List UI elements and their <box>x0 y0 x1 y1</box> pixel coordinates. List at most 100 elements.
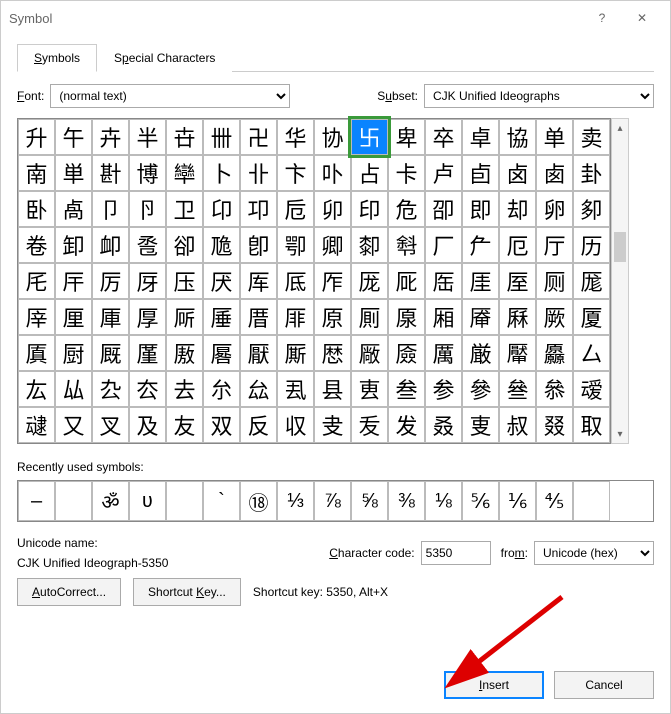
symbol-cell[interactable]: 卽 <box>240 227 277 263</box>
symbol-cell[interactable]: 卙 <box>92 155 129 191</box>
symbol-cell[interactable]: 卪 <box>129 191 166 227</box>
symbol-cell[interactable]: 厁 <box>388 227 425 263</box>
help-button[interactable]: ? <box>582 2 622 34</box>
symbol-cell[interactable]: 卜 <box>203 155 240 191</box>
symbol-cell[interactable]: 厦 <box>573 299 610 335</box>
symbol-cell[interactable]: 厹 <box>92 371 129 407</box>
autocorrect-button[interactable]: AutoCorrect... <box>17 578 121 606</box>
symbol-cell[interactable]: 厔 <box>499 263 536 299</box>
symbol-cell[interactable]: 卒 <box>425 119 462 155</box>
symbol-cell[interactable]: 卧 <box>18 191 55 227</box>
symbol-cell[interactable]: 华 <box>277 119 314 155</box>
symbol-cell[interactable]: 即 <box>462 191 499 227</box>
symbol-cell[interactable]: 參 <box>462 371 499 407</box>
symbol-cell[interactable]: 叄 <box>499 371 536 407</box>
scroll-down-icon[interactable]: ▾ <box>612 425 628 443</box>
symbol-cell[interactable]: 厷 <box>18 371 55 407</box>
symbol-cell[interactable]: 厗 <box>18 299 55 335</box>
symbol-cell[interactable]: 卖 <box>573 119 610 155</box>
symbol-cell[interactable]: 卩 <box>92 191 129 227</box>
symbol-cell[interactable]: 叐 <box>351 407 388 443</box>
recent-cell[interactable]: ⅚ <box>462 481 499 521</box>
symbol-cell[interactable]: 升 <box>18 119 55 155</box>
symbol-cell[interactable]: 历 <box>573 227 610 263</box>
symbol-cell[interactable]: 协 <box>314 119 351 155</box>
recent-cell[interactable]: ⅝ <box>351 481 388 521</box>
symbol-cell[interactable]: 卡 <box>388 155 425 191</box>
recent-cell[interactable]: ⅞ <box>314 481 351 521</box>
symbol-cell[interactable]: 叅 <box>536 371 573 407</box>
symbol-cell[interactable]: 厘 <box>55 299 92 335</box>
recent-cell[interactable]: ⅓ <box>277 481 314 521</box>
symbol-cell[interactable]: 厨 <box>55 335 92 371</box>
symbol-cell[interactable]: 卲 <box>425 191 462 227</box>
symbol-cell[interactable]: 占 <box>351 155 388 191</box>
symbol-cell[interactable]: 卛 <box>166 155 203 191</box>
symbol-cell[interactable]: 厶 <box>573 335 610 371</box>
symbol-cell[interactable]: 卣 <box>462 155 499 191</box>
symbol-cell[interactable]: 卝 <box>240 155 277 191</box>
symbol-cell[interactable]: 叀 <box>351 371 388 407</box>
symbol-cell[interactable]: 卤 <box>499 155 536 191</box>
insert-button[interactable]: Insert <box>444 671 544 699</box>
symbol-cell[interactable]: 卋 <box>166 119 203 155</box>
symbol-cell[interactable]: 厐 <box>351 263 388 299</box>
symbol-cell[interactable]: 卥 <box>536 155 573 191</box>
symbol-cell[interactable]: 卮 <box>277 191 314 227</box>
symbol-cell[interactable]: 厜 <box>203 299 240 335</box>
symbol-cell[interactable]: 厴 <box>499 335 536 371</box>
symbol-cell[interactable]: 卉 <box>92 119 129 155</box>
symbol-cell[interactable]: 厤 <box>499 299 536 335</box>
recent-cell[interactable]: ⅜ <box>388 481 425 521</box>
font-select[interactable]: (normal text) <box>50 84 290 108</box>
symbol-cell[interactable]: 厰 <box>351 335 388 371</box>
scroll-thumb[interactable] <box>614 232 626 262</box>
symbol-cell[interactable]: 卓 <box>462 119 499 155</box>
symbol-cell[interactable]: 厍 <box>240 263 277 299</box>
scroll-up-icon[interactable]: ▴ <box>612 119 628 137</box>
symbol-cell[interactable]: 卨 <box>55 191 92 227</box>
symbol-cell[interactable]: 厾 <box>277 371 314 407</box>
symbol-cell[interactable]: 卫 <box>166 191 203 227</box>
recent-cell[interactable]: ⑱ <box>240 481 277 521</box>
recent-cell[interactable]: ⅘ <box>536 481 573 521</box>
symbol-cell[interactable]: 厕 <box>536 263 573 299</box>
symbol-cell[interactable]: 厄 <box>499 227 536 263</box>
symbol-cell[interactable]: 厼 <box>203 371 240 407</box>
symbol-cell[interactable]: 協 <box>499 119 536 155</box>
symbol-cell[interactable]: 卭 <box>240 191 277 227</box>
symbol-cell[interactable]: 叁 <box>388 371 425 407</box>
recent-cell[interactable]: ʋ <box>129 481 166 521</box>
symbol-cell[interactable]: 卺 <box>129 227 166 263</box>
symbol-cell[interactable]: 叉 <box>92 407 129 443</box>
symbol-cell[interactable]: 叇 <box>18 407 55 443</box>
symbol-cell[interactable]: 厧 <box>18 335 55 371</box>
symbol-cell[interactable]: 双 <box>203 407 240 443</box>
symbol-cell[interactable]: 叔 <box>499 407 536 443</box>
character-code-input[interactable] <box>421 541 491 565</box>
symbol-cell[interactable]: 卑 <box>388 119 425 155</box>
symbol-cell[interactable]: 半 <box>129 119 166 155</box>
symbol-cell[interactable]: 厡 <box>388 299 425 335</box>
symbol-cell[interactable]: 友 <box>166 407 203 443</box>
symbol-cell[interactable]: 厎 <box>277 263 314 299</box>
symbol-cell[interactable]: 収 <box>277 407 314 443</box>
symbol-cell[interactable]: 厅 <box>536 227 573 263</box>
recent-cell[interactable]: ⅙ <box>499 481 536 521</box>
symbol-cell[interactable]: 厥 <box>536 299 573 335</box>
symbol-cell[interactable]: 厮 <box>277 335 314 371</box>
symbol-cell[interactable]: 厉 <box>92 263 129 299</box>
symbol-cell[interactable]: 厚 <box>129 299 166 335</box>
symbol-cell[interactable]: 厪 <box>129 335 166 371</box>
symbol-cell[interactable]: 发 <box>388 407 425 443</box>
symbol-cell[interactable]: 卢 <box>425 155 462 191</box>
symbol-cell[interactable]: 叏 <box>314 407 351 443</box>
symbol-cell[interactable]: 厀 <box>351 227 388 263</box>
cancel-button[interactable]: Cancel <box>554 671 654 699</box>
symbol-cell[interactable]: 卷 <box>18 227 55 263</box>
symbol-cell[interactable]: 厲 <box>425 335 462 371</box>
symbol-cell[interactable]: 厒 <box>425 263 462 299</box>
symbol-cell[interactable]: 卌 <box>203 119 240 155</box>
symbol-cell[interactable]: 卼 <box>203 227 240 263</box>
symbol-cell[interactable]: 卯 <box>314 191 351 227</box>
